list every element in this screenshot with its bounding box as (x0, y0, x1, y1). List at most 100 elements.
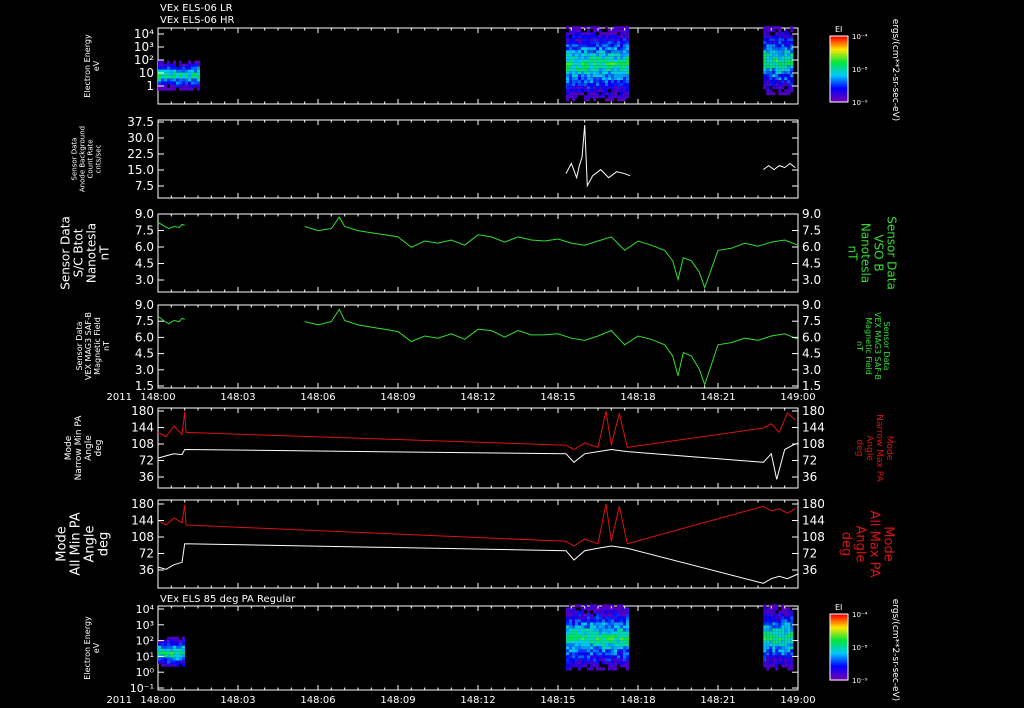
heatmap-top-block-1-cell (620, 26, 623, 30)
heatmap-bottom-block-2-cell (784, 622, 788, 626)
heatmap-top-block-2-cell (790, 77, 794, 81)
heatmap-top-block-2-cell (769, 56, 773, 60)
heatmap-top-block-1-cell (611, 53, 614, 57)
heatmap-bottom-block-1-cell (581, 619, 584, 623)
heatmap-top-block-1-cell (587, 44, 590, 48)
lower-time-tick-label: 148:06 (300, 695, 335, 706)
heatmap-bottom-block-0-cell (161, 663, 164, 667)
heatmap-top-block-1-cell (569, 38, 572, 42)
heatmap-bottom-block-0-cell (173, 645, 176, 649)
lower-time-tick-label: 149:00 (780, 695, 815, 706)
heatmap-top-block-0-cell (197, 66, 200, 70)
heatmap-bottom-block-1-cell (611, 667, 614, 671)
heatmap-top-block-1-cell (602, 32, 605, 36)
heatmap-top-block-2-cell (769, 38, 773, 42)
heatmap-bottom-block-2 (763, 604, 794, 671)
heatmap-bottom-block-2-cell (787, 625, 791, 629)
heatmap-bottom-block-1-cell (590, 616, 593, 620)
heatmap-top-block-0-cell (197, 63, 200, 67)
heatmap-top-block-1-cell (590, 35, 593, 39)
heatmap-bottom-block-1-cell (566, 667, 569, 671)
lower-time-tick-label: 148:15 (540, 695, 575, 706)
heatmap-top-block-1-cell (566, 92, 569, 96)
heatmap-top-block-1-cell (617, 71, 620, 75)
heatmap-bottom-block-0-cell (170, 657, 173, 661)
heatmap-bottom-block-1-cell (617, 661, 620, 665)
heatmap-bottom-block-1-cell (584, 658, 587, 662)
heatmap-bottom-block-2-cell (787, 607, 791, 611)
heatmap-bottom-block-2-cell (787, 640, 791, 644)
heatmap-top-block-1-cell (590, 59, 593, 63)
heatmap-top-block-1-cell (617, 35, 620, 39)
heatmap-bottom-block-2-cell (769, 607, 773, 611)
multi-panel-plot: VEx ELS-06 LR VEx ELS-06 HR VEx ELS 85 d… (0, 0, 1024, 708)
heatmap-top-block-2-cell (772, 47, 776, 51)
heatmap-top-block-2-cell (772, 56, 776, 60)
heatmap-top-block-1-cell (611, 59, 614, 63)
heatmap-top-block-2-cell (772, 68, 776, 72)
heatmap-top-block-1-cell (602, 89, 605, 93)
heatmap-top-block-1-cell (587, 29, 590, 33)
heatmap-bottom-block-1-cell (590, 664, 593, 668)
heatmap-top-block-1-cell (617, 59, 620, 63)
ylabel-btot-line: nT (98, 245, 112, 261)
heatmap-top-block-1-cell (584, 59, 587, 63)
heatmap-bottom-block-1-cell (602, 622, 605, 626)
heatmap-top-block-1-cell (602, 50, 605, 54)
heatmap-top-block-2-cell (769, 50, 773, 54)
heatmap-top-block-1-cell (614, 38, 617, 42)
heatmap-bottom-block-1-cell (590, 655, 593, 659)
heatmap-bottom-block-1-cell (626, 646, 629, 650)
heatmap-bottom-block-1-cell (602, 604, 605, 608)
heatmap-bottom-block-1-cell (593, 610, 596, 614)
heatmap-top-block-0-cell (188, 72, 191, 76)
heatmap-top-block-1-cell (590, 83, 593, 87)
heatmap-top-block-2-cell (766, 71, 770, 75)
heatmap-bottom-block-1-cell (578, 634, 581, 638)
heatmap-top-block-0-cell (188, 78, 191, 82)
heatmap-top-block-2-cell (763, 53, 767, 57)
heatmap-top-block-1-cell (620, 65, 623, 69)
heatmap-top-block-1-cell (566, 47, 569, 51)
heatmap-top-block-1-cell (590, 95, 593, 99)
heatmap-bottom-block-1-cell (569, 610, 572, 614)
heatmap-bottom-block-1-cell (587, 625, 590, 629)
heatmap-top-block-1-cell (626, 86, 629, 90)
heatmap-top-block-2-cell (775, 65, 779, 69)
heatmap-bottom-block-2-cell (778, 640, 782, 644)
heatmap-top-block-0-cell (164, 75, 167, 79)
heatmap-bottom-block-2-cell (775, 646, 779, 650)
heatmap-top-block-1-cell (596, 77, 599, 81)
heatmap-bottom-block-2-cell (769, 649, 773, 653)
heatmap-bottom-block-1-cell (623, 643, 626, 647)
heatmap-top-block-1-cell (569, 53, 572, 57)
heatmap-top-block-1-cell (581, 92, 584, 96)
heatmap-bottom-block-1-cell (590, 667, 593, 671)
heatmap-bottom-block-1-cell (626, 607, 629, 611)
heatmap-top-block-2-cell (766, 68, 770, 72)
heatmap-top-block-1-cell (626, 32, 629, 36)
heatmap-bottom-block-1-cell (614, 613, 617, 617)
heatmap-bottom-block-2-cell (769, 661, 773, 665)
heatmap-bottom-block-2-cell (766, 664, 770, 668)
heatmap-top-block-1-cell (623, 59, 626, 63)
heatmap-top-block-2-cell (781, 71, 785, 75)
colorbar-bottom-tick-label: 10⁻⁴ (852, 611, 868, 619)
heatmap-bottom-block-1-cell (611, 634, 614, 638)
heatmap-top-block-1-cell (593, 32, 596, 36)
heatmap-bottom-block-1-cell (599, 628, 602, 632)
heatmap-top-block-1-cell (572, 59, 575, 63)
heatmap-bottom-block-0-cell (182, 648, 185, 652)
heatmap-bottom-block-1-cell (590, 637, 593, 641)
heatmap-bottom-block-2-cell (781, 649, 785, 653)
heatmap-bottom-block-1-cell (572, 655, 575, 659)
heatmap-top-block-2-cell (769, 80, 773, 84)
heatmap-top-block-2-cell (775, 32, 779, 36)
heatmap-bottom-block-2-cell (790, 658, 794, 662)
heatmap-bottom-block-1-cell (623, 658, 626, 662)
heatmap-top-block-2-cell (784, 50, 788, 54)
heatmap-top-block-1-cell (608, 38, 611, 42)
heatmap-bottom-block-1-cell (566, 637, 569, 641)
heatmap-top-block-1-cell (626, 35, 629, 39)
heatmap-bottom-block-2-cell (778, 619, 782, 623)
